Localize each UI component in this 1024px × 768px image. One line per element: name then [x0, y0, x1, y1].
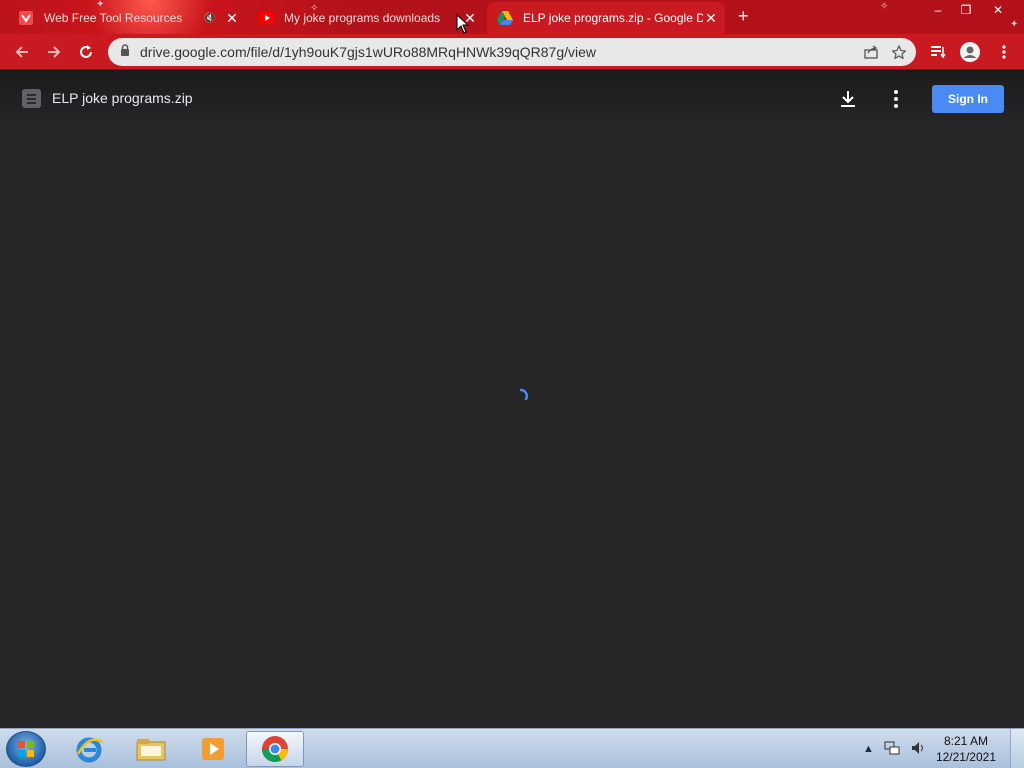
browser-toolbar: drive.google.com/file/d/1yh9ouK7gjs1wURo… [0, 34, 1024, 70]
clock-date: 12/21/2021 [935, 750, 996, 764]
minimize-window-button[interactable]: – [924, 0, 952, 20]
more-options-icon[interactable] [884, 87, 908, 111]
youtube-icon [258, 10, 274, 26]
browser-tab-strip: ✦ ✧ ✺ ✧ ✦ Web Free Tool Resources 🔇 ✕ My… [0, 0, 1024, 34]
file-preview-area [0, 126, 1024, 728]
reload-icon[interactable] [72, 38, 100, 66]
address-bar[interactable]: drive.google.com/file/d/1yh9ouK7gjs1wURo… [108, 38, 916, 66]
internet-explorer-icon[interactable] [60, 731, 118, 767]
restore-window-button[interactable]: ❐ [952, 0, 980, 20]
network-icon[interactable] [884, 740, 900, 759]
new-tab-button[interactable]: + [738, 6, 749, 27]
chrome-taskbar-icon[interactable] [246, 731, 304, 767]
show-desktop-button[interactable] [1010, 729, 1024, 768]
browser-tab-3-active[interactable]: ELP joke programs.zip - Google Drive ✕ [487, 2, 725, 34]
archive-file-icon [22, 89, 41, 108]
windows-taskbar: ▲ 8:21 AM 12/21/2021 [0, 728, 1024, 768]
close-tab-icon[interactable]: ✕ [703, 10, 719, 27]
tab-title: Web Free Tool Resources [44, 11, 183, 25]
drive-file-header: ELP joke programs.zip Sign In [0, 70, 1024, 126]
download-icon[interactable] [836, 87, 860, 111]
tab-title: My joke programs downloads [284, 11, 441, 25]
profile-avatar-icon[interactable] [956, 38, 984, 66]
browser-tab-1[interactable]: Web Free Tool Resources 🔇 ✕ [8, 2, 246, 34]
forward-arrow-icon[interactable] [40, 38, 68, 66]
red-app-icon [18, 10, 34, 26]
lock-icon[interactable] [120, 43, 130, 61]
share-icon[interactable] [860, 41, 882, 63]
system-tray: ▲ 8:21 AM 12/21/2021 [863, 729, 996, 768]
media-player-icon[interactable] [184, 731, 242, 767]
loading-spinner-icon [512, 384, 534, 406]
chrome-menu-icon[interactable] [990, 38, 1018, 66]
system-clock[interactable]: 8:21 AM 12/21/2021 [936, 733, 996, 765]
sparkle-decoration: ✧ [880, 1, 889, 12]
speaker-muted-icon[interactable]: 🔇 [204, 13, 216, 24]
browser-tab-2[interactable]: My joke programs downloads ✕ [248, 2, 484, 34]
tab-title: ELP joke programs.zip - Google Drive [523, 11, 703, 25]
clock-time: 8:21 AM [943, 734, 988, 748]
sign-in-button[interactable]: Sign In [932, 85, 1004, 113]
back-arrow-icon[interactable] [8, 38, 36, 66]
volume-icon[interactable] [910, 740, 926, 759]
google-drive-icon [497, 10, 513, 26]
close-tab-icon[interactable]: ✕ [224, 10, 240, 27]
url-text[interactable]: drive.google.com/file/d/1yh9ouK7gjs1wURo… [140, 44, 860, 60]
sparkle-decoration: ✦ [1010, 19, 1019, 30]
file-explorer-icon[interactable] [122, 731, 180, 767]
close-window-button[interactable]: ✕ [984, 0, 1012, 20]
show-hidden-icons-icon[interactable]: ▲ [863, 743, 874, 755]
start-button[interactable] [6, 731, 46, 767]
reading-list-icon[interactable] [924, 38, 952, 66]
file-name: ELP joke programs.zip [52, 90, 193, 106]
mouse-cursor-icon [456, 13, 470, 34]
bookmark-star-icon[interactable] [888, 41, 910, 63]
